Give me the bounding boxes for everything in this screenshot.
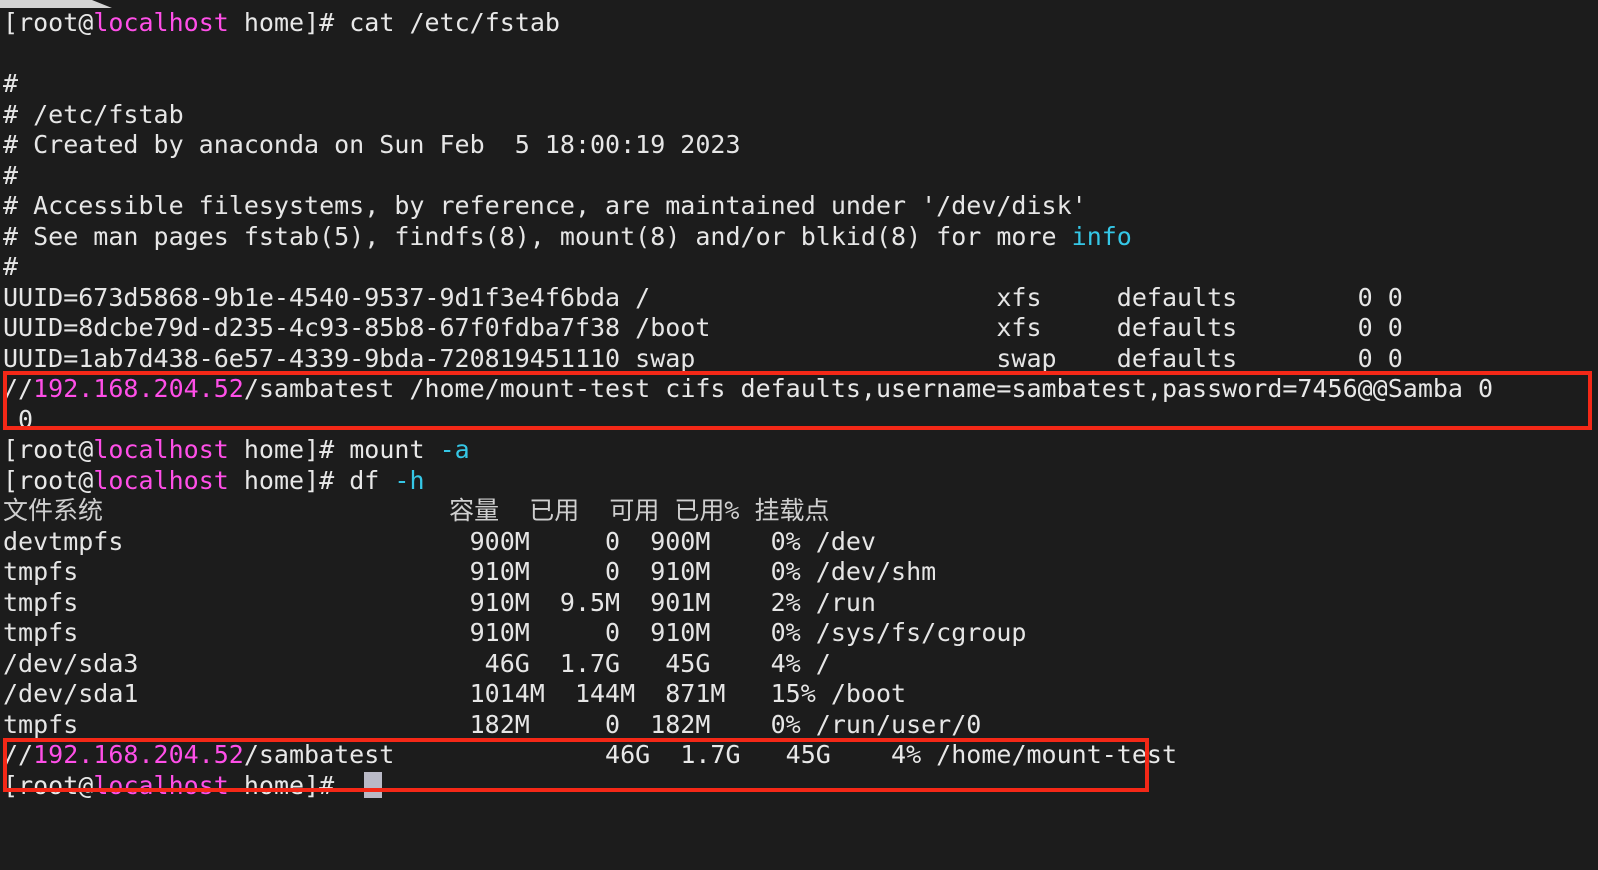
command-flag-mount-a: -a (439, 435, 470, 464)
fstab-comment-hash-3: # (0, 252, 1598, 283)
command-line-mount-a: [root@localhost home]# mount -a (0, 435, 1598, 466)
prompt-cwd: home (243, 8, 305, 37)
prompt-host-2: localhost (93, 435, 229, 464)
fstab-seeman-text: # See man pages fstab(5), findfs(8), mou… (3, 221, 1072, 251)
prompt-bracket-open-4: [ (3, 770, 19, 800)
prompt-cwd-2: home (243, 435, 305, 464)
prompt-bracket-open-2: [ (3, 435, 19, 464)
fstab-created-text: # Created by anaconda on Sun Feb 5 18:00… (3, 130, 741, 159)
prompt-bracket-close-4: ]# (304, 770, 350, 800)
fstab-cifs-prefix-text: // (3, 374, 34, 403)
fstab-entry-boot: UUID=8dcbe79d-d235-4c93-85b8-67f0fdba7f3… (0, 313, 1598, 344)
fstab-hash-2-text: # (3, 160, 19, 190)
prompt-at-3: @ (78, 465, 94, 495)
table-row: /dev/sda1 1014M 144M 871M 15% /boot (0, 679, 1598, 710)
command-flag-df-h: -h (394, 465, 425, 495)
command-text-mount: mount (349, 435, 440, 464)
prompt-user: root (18, 8, 79, 37)
prompt-host: localhost (93, 8, 229, 37)
window-tab-sliver (0, 0, 112, 8)
text-cursor-block (364, 772, 382, 798)
df-row-tmpfs-cgroup-text: tmpfs 910M 0 910M 0% /sys/fs/cgroup (3, 618, 1027, 647)
prompt-bracket-close-3: ]# (304, 465, 350, 495)
prompt-at-2: @ (78, 435, 94, 464)
prompt-host-3: localhost (93, 465, 229, 495)
table-row: tmpfs 182M 0 182M 0% /run/user/0 (0, 710, 1598, 741)
terminal-screenshot: [root@localhost home]# cat /etc/fstab # … (0, 0, 1598, 870)
prompt-cwd-4: home (243, 770, 305, 800)
prompt-at-4: @ (78, 770, 94, 800)
fstab-comment-hash-2: # (0, 161, 1598, 192)
final-prompt-line[interactable]: [root@localhost home]# (0, 771, 1598, 802)
fstab-comment-created: # Created by anaconda on Sun Feb 5 18:00… (0, 130, 1598, 161)
fstab-entry-swap: UUID=1ab7d438-6e57-4339-9bda-72081945111… (0, 344, 1598, 375)
command-text-df: df (349, 465, 395, 495)
fstab-seeman-info-link: info (1071, 221, 1132, 251)
table-row: tmpfs 910M 9.5M 901M 2% /run (0, 588, 1598, 619)
fstab-accessible-text: # Accessible filesystems, by reference, … (3, 191, 1087, 220)
prompt-bracket-close-2: ]# (304, 435, 350, 464)
fstab-hash-1-text: # (3, 69, 19, 98)
df-cifs-prefix-text: // (3, 740, 34, 769)
fstab-path-text: # /etc/fstab (3, 99, 184, 129)
command-line-cat-fstab: [root@localhost home]# cat /etc/fstab (0, 8, 1598, 39)
table-row: devtmpfs 900M 0 900M 0% /dev (0, 527, 1598, 558)
fstab-entry-swap-text: UUID=1ab7d438-6e57-4339-9bda-72081945111… (3, 343, 1403, 373)
prompt-user-3: root (18, 465, 79, 495)
df-row-tmpfs-run-text: tmpfs 910M 9.5M 901M 2% /run (3, 587, 876, 617)
command-text-cat-fstab: cat /etc/fstab (349, 8, 560, 37)
fstab-entry-root: UUID=673d5868-9b1e-4540-9537-9d1f3e4f6bd… (0, 283, 1598, 314)
df-cifs-tail-text: /sambatest 46G 1.7G 45G 4% /home/mount-t… (243, 740, 1178, 769)
prompt-space-3 (229, 466, 244, 495)
df-row-tmpfs-user0-text: tmpfs 182M 0 182M 0% /run/user/0 (3, 709, 982, 739)
prompt-bracket-open-3: [ (3, 465, 19, 495)
table-row: tmpfs 910M 0 910M 0% /sys/fs/cgroup (0, 618, 1598, 649)
prompt-bracket-close: ]# (304, 8, 350, 37)
df-row-sda1-text: /dev/sda1 1014M 144M 871M 15% /boot (3, 679, 907, 708)
prompt-space-4 (229, 771, 244, 800)
prompt-bracket-open: [ (3, 8, 19, 37)
fstab-entry-boot-text: UUID=8dcbe79d-d235-4c93-85b8-67f0fdba7f3… (3, 313, 1403, 342)
prompt-host-4: localhost (93, 770, 229, 800)
prompt-user-4: root (18, 770, 79, 800)
prompt-space-2 (229, 435, 244, 464)
table-row-cifs-mount: //192.168.204.52/sambatest 46G 1.7G 45G … (0, 740, 1598, 771)
fstab-cifs-rest-text: /sambatest /home/mount-test cifs default… (243, 374, 1494, 403)
fstab-cifs-wrap-text: 0 (3, 404, 34, 434)
df-row-devtmpfs-text: devtmpfs 900M 0 900M 0% /dev (3, 526, 876, 556)
fstab-comment-hash-1: # (0, 69, 1598, 100)
prompt-at: @ (78, 8, 94, 37)
df-row-tmpfs-shm-text: tmpfs 910M 0 910M 0% /dev/shm (3, 557, 937, 586)
fstab-comment-path: # /etc/fstab (0, 100, 1598, 131)
prompt-cwd-3: home (243, 465, 305, 495)
df-row-sda3-text: /dev/sda3 46G 1.7G 45G 4% / (3, 648, 831, 678)
fstab-entry-cifs: //192.168.204.52/sambatest /home/mount-t… (0, 374, 1598, 405)
fstab-entry-root-text: UUID=673d5868-9b1e-4540-9537-9d1f3e4f6bd… (3, 282, 1403, 312)
fstab-comment-accessible: # Accessible filesystems, by reference, … (0, 191, 1598, 222)
fstab-entry-cifs-wrapped: 0 (0, 405, 1598, 436)
fstab-comment-seeman: # See man pages fstab(5), findfs(8), mou… (0, 222, 1598, 253)
command-line-df-h: [root@localhost home]# df -h (0, 466, 1598, 497)
terminal-output-area[interactable]: [root@localhost home]# cat /etc/fstab # … (0, 8, 1598, 870)
fstab-hash-3-text: # (3, 252, 19, 281)
table-row: tmpfs 910M 0 910M 0% /dev/shm (0, 557, 1598, 588)
fstab-cifs-ip-text: 192.168.204.52 (33, 374, 244, 403)
df-table-header-row: 文件系统 容量 已用 可用 已用% 挂载点 (0, 496, 1598, 527)
table-row: /dev/sda3 46G 1.7G 45G 4% / (0, 649, 1598, 680)
df-table-header-text: 文件系统 容量 已用 可用 已用% 挂载点 (3, 496, 830, 525)
prompt-user-2: root (18, 435, 79, 464)
df-cifs-ip-text: 192.168.204.52 (33, 740, 244, 769)
